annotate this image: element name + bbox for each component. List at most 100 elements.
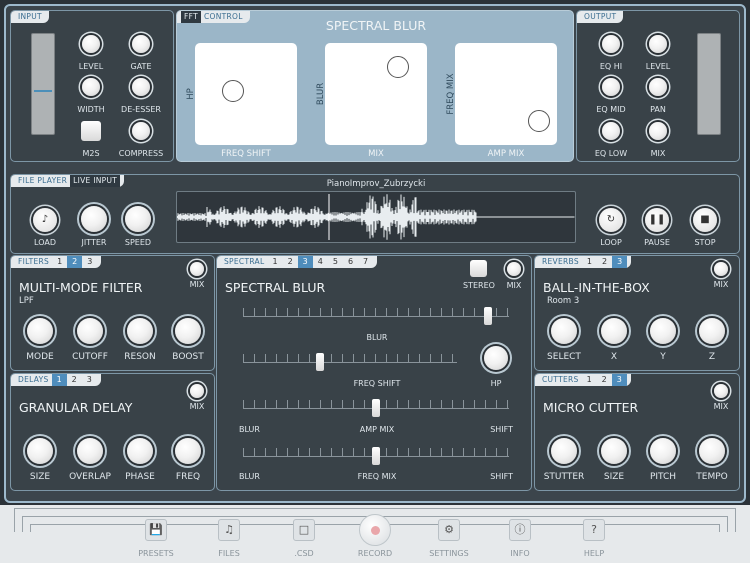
delays-2-tab[interactable]: 2 [67, 374, 82, 386]
presets-icon[interactable]: 💾 [145, 519, 167, 541]
cutoff-label: CUTOFF [72, 352, 108, 362]
output-level-meter[interactable] [697, 33, 721, 135]
filters-2-tab[interactable]: 2 [67, 256, 83, 268]
cutters-1-tab[interactable]: 1 [582, 374, 597, 386]
output-panel: OUTPUT EQ HI LEVEL EQ MID PAN EQ LOW MIX [576, 10, 740, 162]
spectral-title: SPECTRAL BLUR [225, 280, 326, 295]
live-input-tab[interactable]: LIVE INPUT [70, 175, 121, 187]
pause-button[interactable]: ❚❚ [645, 208, 669, 232]
speed-knob[interactable] [125, 206, 151, 232]
freq-knob[interactable] [175, 438, 201, 464]
pad-0-handle[interactable] [221, 79, 244, 102]
spectral-4-tab[interactable]: 4 [313, 256, 328, 268]
compress-knob[interactable] [132, 122, 150, 140]
level-knob[interactable] [82, 35, 100, 53]
x-knob[interactable] [601, 318, 627, 344]
output-mix-knob[interactable] [649, 122, 667, 140]
loop-button[interactable]: ↻ [599, 208, 623, 232]
m2s-button[interactable] [81, 121, 101, 141]
cutters-2-tab[interactable]: 2 [597, 374, 612, 386]
width-knob[interactable] [82, 78, 100, 96]
xy-pad-2[interactable] [455, 43, 557, 145]
record-icon [371, 526, 380, 535]
record-button[interactable] [359, 514, 391, 546]
delays-mix-knob[interactable] [190, 384, 204, 398]
de-esser-knob[interactable] [132, 78, 150, 96]
filters-1-tab[interactable]: 1 [52, 256, 67, 268]
filters-mix-knob[interactable] [190, 262, 204, 276]
jitter-knob[interactable] [81, 206, 107, 232]
fft-title: SPECTRAL BLUR [325, 18, 427, 33]
files-icon[interactable]: ♫ [218, 519, 240, 541]
reson-knob[interactable] [127, 318, 153, 344]
boost-knob[interactable] [175, 318, 201, 344]
loop-label: LOOP [600, 238, 622, 247]
stop-button[interactable]: ■ [693, 208, 717, 232]
load-button[interactable]: ♪ [33, 208, 57, 232]
select-knob[interactable] [551, 318, 577, 344]
delays-mix-label: MIX [189, 402, 205, 411]
freq-shift-slider[interactable] [316, 353, 325, 371]
delays-1-tab[interactable]: 1 [51, 374, 67, 386]
spectral-1-tab[interactable]: 1 [267, 256, 282, 268]
cutoff-knob[interactable] [77, 318, 103, 344]
amp-mix-slider[interactable] [372, 399, 380, 417]
spectral-3-tab[interactable]: 3 [297, 256, 313, 268]
xy-pad-0[interactable] [195, 43, 297, 145]
cutters-3-tab[interactable]: 3 [611, 374, 627, 386]
overlap-knob[interactable] [77, 438, 103, 464]
phase-knob[interactable] [127, 438, 153, 464]
pitch-knob[interactable] [650, 438, 676, 464]
pan-label: PAN [650, 105, 666, 114]
reverbs-mix-knob[interactable] [714, 262, 728, 276]
spectral-6-tab[interactable]: 6 [343, 256, 358, 268]
info-label: INFO [510, 549, 530, 558]
input-level-meter[interactable] [31, 33, 55, 135]
stereo-button[interactable] [470, 260, 487, 277]
csd-icon[interactable]: □ [293, 519, 315, 541]
z-knob[interactable] [699, 318, 725, 344]
eq-low-knob[interactable] [602, 122, 620, 140]
pad-2-handle[interactable] [527, 109, 550, 132]
reverbs-2-tab[interactable]: 2 [597, 256, 612, 268]
waveform-display[interactable] [176, 191, 576, 243]
cutter-size-knob[interactable] [601, 438, 627, 464]
info-icon[interactable]: ⓘ [509, 519, 531, 541]
tempo-knob[interactable] [699, 438, 725, 464]
y-knob[interactable] [650, 318, 676, 344]
spectral-mix-knob[interactable] [507, 262, 521, 276]
gate-knob[interactable] [132, 35, 150, 53]
mode-knob[interactable] [27, 318, 53, 344]
pad-1-handle[interactable] [387, 56, 410, 79]
mode-label: MODE [26, 352, 54, 362]
spectral-2-tab[interactable]: 2 [283, 256, 298, 268]
blur-slider[interactable] [483, 307, 492, 325]
pan-knob[interactable] [649, 78, 667, 96]
eq-hi-label: EQ HI [599, 62, 623, 71]
stutter-knob[interactable] [551, 438, 577, 464]
output-mix-label: MIX [650, 149, 666, 158]
eq-mid-label: EQ MID [596, 105, 626, 114]
xy-pad-1[interactable] [325, 43, 427, 145]
delays-3-tab[interactable]: 3 [82, 374, 97, 386]
jitter-label: JITTER [81, 238, 107, 247]
file-player-tab[interactable]: FILE PLAYER [15, 175, 70, 187]
x-label: X [610, 352, 618, 362]
hp-knob[interactable] [484, 346, 508, 370]
output-level-knob[interactable] [649, 35, 667, 53]
eq-hi-knob[interactable] [602, 35, 620, 53]
spectral-5-tab[interactable]: 5 [328, 256, 343, 268]
reverbs-3-tab[interactable]: 3 [612, 256, 628, 268]
filters-3-tab[interactable]: 3 [82, 256, 97, 268]
spectral-panel: SPECTRAL 1 2 3 4 5 6 7 STEREO MIX SPECTRAL BLUR… [216, 255, 532, 491]
eq-mid-knob[interactable] [602, 78, 620, 96]
settings-icon[interactable]: ⚙ [438, 519, 460, 541]
filename-label: PianoImprov_Zubrzycki [326, 179, 426, 189]
files-label: FILES [218, 549, 240, 558]
freq-mix-slider[interactable] [372, 447, 380, 465]
spectral-7-tab[interactable]: 7 [358, 256, 373, 268]
reverbs-1-tab[interactable]: 1 [582, 256, 597, 268]
size-knob[interactable] [27, 438, 53, 464]
cutters-mix-knob[interactable] [714, 384, 728, 398]
help-icon[interactable]: ? [583, 519, 605, 541]
